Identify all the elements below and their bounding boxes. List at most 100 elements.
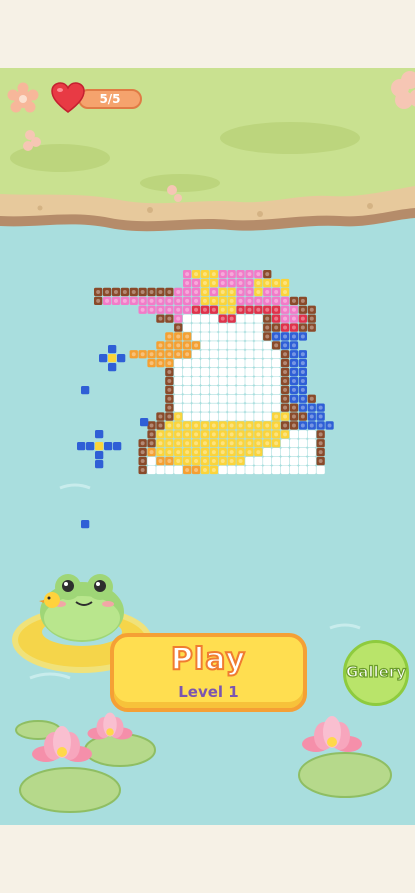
block-stud [300,334,305,339]
block-stud [122,289,127,294]
block-stud [194,370,199,375]
block-stud [274,396,279,401]
block-stud [229,352,234,357]
block-stud [274,343,279,348]
block-stud [202,298,207,303]
block-stud [140,459,145,464]
block-stud [238,361,243,366]
settings-button[interactable] [6,82,40,116]
block-stud [185,370,190,375]
block-stud [202,325,207,330]
block-stud [176,352,181,357]
block-stud [105,298,110,303]
sparkle-block[interactable] [95,442,104,451]
block-stud [202,467,207,472]
block-stud [211,289,216,294]
block-stud [149,459,154,464]
block-stud [238,450,243,455]
block-stud [309,450,314,455]
block-stud [300,370,305,375]
sparkle-block[interactable] [113,442,122,451]
block-stud [256,378,261,383]
block-stud [283,450,288,455]
play-button[interactable]: Play Level 1 [110,633,307,712]
block-stud [185,361,190,366]
gallery-button[interactable]: Gallery [343,640,409,706]
block-stud [327,423,332,428]
block-stud [229,298,234,303]
block-stud [158,361,163,366]
block-stud [211,414,216,419]
block-stud [105,289,110,294]
block-stud [309,441,314,446]
block-stud [202,334,207,339]
sparkle-block[interactable] [99,354,108,363]
block-stud [202,307,207,312]
sparkle-block[interactable] [81,520,90,529]
block-stud [238,396,243,401]
block-stud [113,298,118,303]
block-stud [265,334,270,339]
block-stud [229,459,234,464]
block-stud [167,298,172,303]
block-stud [300,352,305,357]
block-stud [229,343,234,348]
block-stud [318,405,323,410]
block-stud [238,370,243,375]
block-stud [167,414,172,419]
block-stud [202,414,207,419]
block-stud [274,459,279,464]
block-stud [247,370,252,375]
block-stud [149,352,154,357]
block-stud [247,450,252,455]
block-stud [274,307,279,312]
block-stud [158,298,163,303]
sparkle-block[interactable] [95,451,104,460]
sparkle-block[interactable] [81,386,90,395]
block-stud [283,289,288,294]
block-stud [265,352,270,357]
block-stud [211,396,216,401]
block-stud [185,441,190,446]
block-stud [176,298,181,303]
block-stud [140,298,145,303]
block-stud [229,405,234,410]
block-stud [300,414,305,419]
block-stud [220,467,225,472]
sparkle-block[interactable] [77,442,86,451]
sparkle-block[interactable] [117,354,126,363]
sparkle-block[interactable] [104,442,113,451]
sparkle-block[interactable] [86,442,95,451]
block-stud [229,467,234,472]
block-stud [274,298,279,303]
sparkle-block[interactable] [108,345,117,354]
sparkle-block[interactable] [95,430,104,439]
block-stud [220,334,225,339]
block-stud [283,405,288,410]
block-stud [238,459,243,464]
sparkle-block[interactable] [140,418,149,427]
block-stud [185,378,190,383]
block-stud [291,334,296,339]
block-stud [176,432,181,437]
block-stud [194,325,199,330]
block-stud [220,352,225,357]
block-stud [256,459,261,464]
block-stud [149,432,154,437]
block-stud [220,272,225,277]
block-stud [194,396,199,401]
block-stud [309,423,314,428]
block-stud [167,361,172,366]
block-stud [202,361,207,366]
block-stud [283,396,288,401]
block-stud [265,289,270,294]
block-stud [211,325,216,330]
block-stud [300,459,305,464]
block-stud [283,343,288,348]
sparkle-block[interactable] [95,460,104,469]
sparkle-block[interactable] [108,354,117,363]
block-stud [247,378,252,383]
block-stud [194,432,199,437]
block-stud [176,378,181,383]
sparkle-block[interactable] [108,363,117,372]
